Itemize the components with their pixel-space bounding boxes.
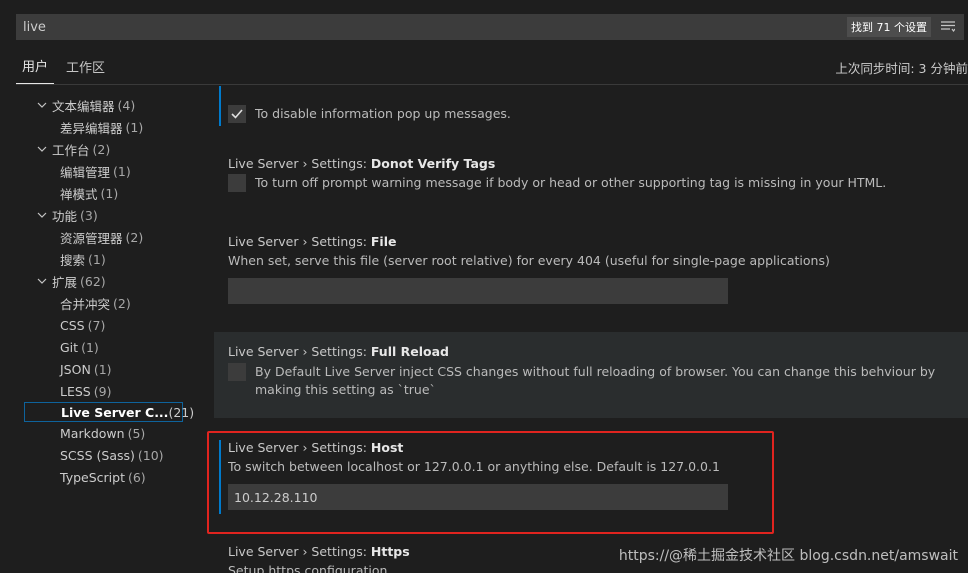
tree-item-label: Git	[60, 339, 79, 355]
tab-user[interactable]: 用户	[16, 56, 55, 84]
tree-item-explorer[interactable]: 资源管理器 (2)	[0, 226, 196, 248]
tree-item-count: (7)	[87, 317, 106, 333]
setting-category: Live Server › Settings:	[228, 344, 371, 359]
setting-full-reload: Live Server › Settings: Full Reload By D…	[214, 332, 968, 418]
tree-item-count: (6)	[127, 469, 146, 485]
setting-checkbox[interactable]	[228, 174, 246, 192]
tree-item-label: 工作台	[52, 142, 90, 158]
chevron-down-icon	[34, 141, 50, 157]
tree-item-search[interactable]: 搜索 (1)	[0, 248, 196, 270]
tree-item-scss[interactable]: SCSS (Sass) (10)	[0, 444, 196, 466]
tree-item-less[interactable]: LESS (9)	[0, 380, 196, 402]
tree-item-text-editor[interactable]: 文本编辑器 (4)	[0, 94, 196, 116]
tree-item-label: 编辑管理	[60, 164, 111, 180]
setting-description: When set, serve this file (server root r…	[228, 253, 830, 268]
tree-item-label: 资源管理器	[60, 230, 123, 246]
tab-workspace[interactable]: 工作区	[60, 57, 111, 84]
tree-item-count: (21)	[168, 404, 195, 420]
tree-item-label: 扩展	[52, 274, 78, 290]
setting-description: To disable information pop up messages.	[255, 106, 511, 121]
setting-category: Live Server › Settings:	[228, 544, 371, 559]
tree-item-label: Markdown	[60, 425, 125, 441]
tree-item-git[interactable]: Git (1)	[0, 336, 196, 358]
setting-category: Live Server › Settings:	[228, 234, 371, 249]
settings-search-box[interactable]: live 找到 71 个设置	[16, 14, 964, 40]
setting-name: Full Reload	[370, 344, 449, 359]
tree-item-count: (1)	[125, 119, 144, 135]
setting-name: File	[370, 234, 397, 249]
tree-item-count: (1)	[81, 339, 99, 355]
tree-item-label: TypeScript	[60, 469, 125, 485]
check-icon	[231, 109, 243, 119]
setting-title: Live Server › Settings: Full Reload	[228, 344, 968, 359]
tree-item-label: Live Server C...	[61, 404, 169, 420]
tree-item-editor-management[interactable]: 编辑管理 (1)	[0, 160, 196, 182]
tree-item-label: 文本编辑器	[52, 98, 115, 114]
tree-item-label: 合并冲突	[60, 296, 111, 312]
tree-item-label: LESS	[60, 383, 91, 399]
tree-item-count: (2)	[125, 229, 144, 245]
setting-name: Donot Verify Tags	[370, 156, 496, 171]
setting-category: Live Server › Settings:	[228, 156, 371, 171]
sync-status: 上次同步时间: 3 分钟前	[835, 61, 968, 76]
setting-file: Live Server › Settings: File When set, s…	[214, 234, 968, 324]
setting-checkbox[interactable]	[228, 363, 246, 381]
tree-item-features[interactable]: 功能 (3)	[0, 204, 196, 226]
tree-item-css[interactable]: CSS (7)	[0, 314, 196, 336]
tree-item-label: JSON	[60, 361, 91, 377]
tree-item-count: (1)	[113, 163, 131, 179]
tree-item-count: (3)	[80, 207, 98, 223]
setting-title: Live Server › Settings: File	[228, 234, 968, 249]
tabs-divider	[16, 84, 968, 85]
tree-item-extensions[interactable]: 扩展 (62)	[0, 270, 196, 292]
setting-donot-verify-tags: Live Server › Settings: Donot Verify Tag…	[214, 156, 968, 216]
search-input[interactable]: live	[17, 20, 847, 35]
tree-item-live-server[interactable]: Live Server C... (21)	[24, 402, 194, 422]
tree-item-count: (2)	[113, 295, 131, 311]
tree-item-typescript[interactable]: TypeScript (6)	[0, 466, 196, 488]
filter-list-icon[interactable]	[939, 18, 957, 36]
tree-item-markdown[interactable]: Markdown (5)	[0, 422, 196, 444]
tree-item-count: (4)	[117, 97, 136, 113]
tree-item-json[interactable]: JSON (1)	[0, 358, 196, 380]
settings-toc-tree: 文本编辑器 (4) 差异编辑器 (1) 工作台 (2) 编辑管理 (1) 禅模式…	[0, 94, 196, 488]
setting-item-partial: To disable information pop up messages.	[214, 86, 968, 128]
annotation-highlight-box	[207, 431, 774, 534]
chevron-down-icon	[34, 97, 50, 113]
file-input[interactable]	[228, 278, 728, 304]
tree-item-zen-mode[interactable]: 禅模式 (1)	[0, 182, 196, 204]
search-results-count: 找到 71 个设置	[847, 17, 931, 37]
setting-checkbox[interactable]	[228, 105, 246, 123]
tree-item-label: 功能	[52, 208, 78, 224]
setting-title: Live Server › Settings: Donot Verify Tag…	[228, 156, 968, 171]
tree-item-count: (1)	[88, 251, 106, 267]
setting-name: Https	[370, 544, 410, 559]
focus-indicator	[219, 86, 221, 126]
tree-item-count: (9)	[93, 383, 112, 399]
tree-item-diff-editor[interactable]: 差异编辑器 (1)	[0, 116, 196, 138]
watermark: https://@稀土掘金技术社区 blog.csdn.net/amswait	[618, 548, 958, 564]
setting-description: By Default Live Server inject CSS change…	[255, 364, 936, 397]
settings-scope-tabs: 用户 工作区	[16, 52, 117, 84]
tree-item-count: (5)	[127, 425, 146, 441]
tree-item-label: SCSS (Sass)	[60, 447, 135, 463]
tree-item-count: (1)	[100, 185, 119, 201]
tree-item-label: CSS	[60, 317, 85, 333]
tree-item-count: (1)	[93, 361, 112, 377]
setting-description: To turn off prompt warning message if bo…	[255, 175, 887, 190]
tree-item-merge-conflict[interactable]: 合并冲突 (2)	[0, 292, 196, 314]
tree-item-count: (62)	[80, 273, 106, 289]
tree-item-count: (10)	[137, 447, 164, 463]
tree-item-label: 禅模式	[60, 186, 98, 202]
tree-item-count: (2)	[92, 141, 111, 157]
chevron-down-icon	[34, 207, 50, 223]
chevron-down-icon	[34, 273, 50, 289]
tree-item-label: 差异编辑器	[60, 120, 123, 136]
tree-item-label: 搜索	[60, 252, 86, 268]
tree-item-workbench[interactable]: 工作台 (2)	[0, 138, 196, 160]
